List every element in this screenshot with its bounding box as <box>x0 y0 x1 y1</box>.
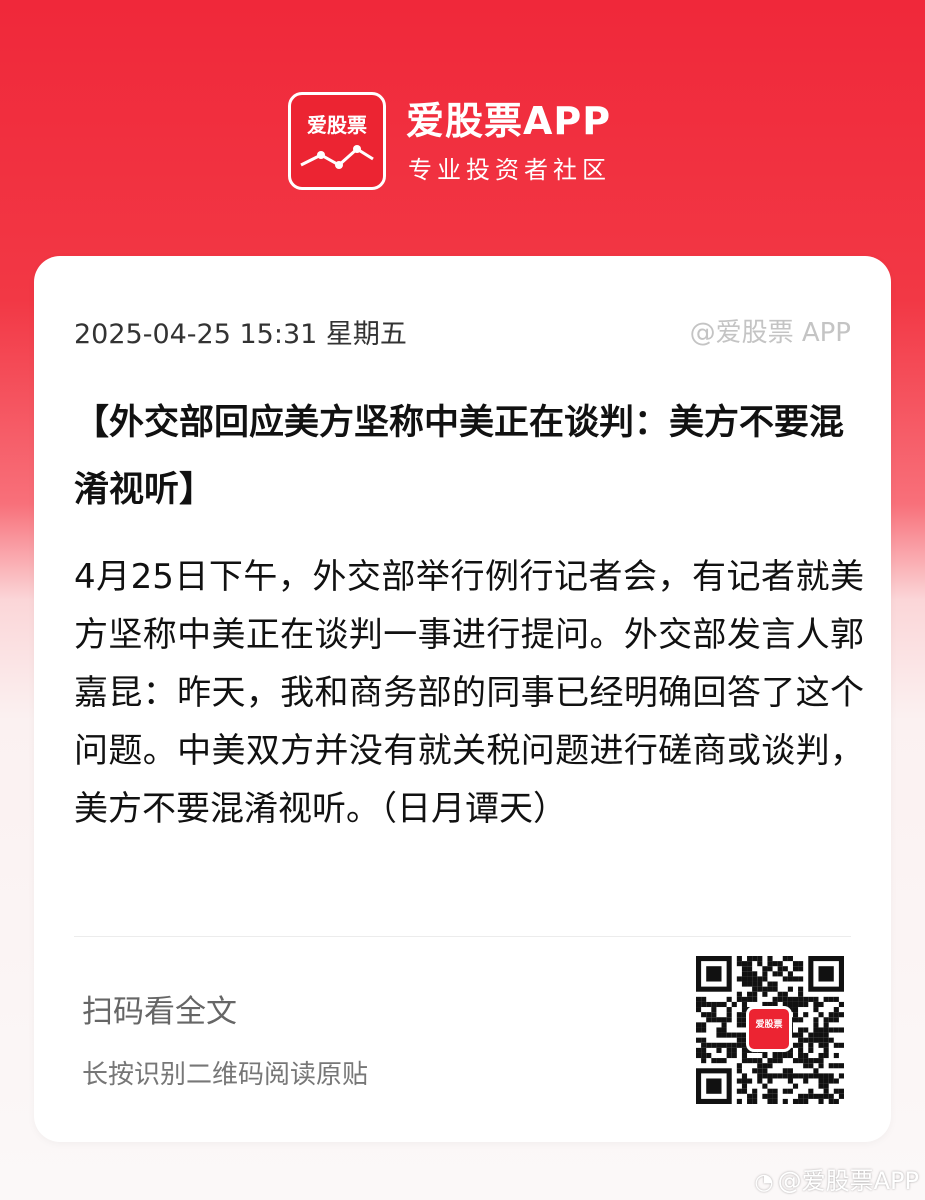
logo-text: 爱股票 <box>307 113 367 137</box>
brand-name: 爱股票APP <box>406 99 612 143</box>
post-datetime: 2025-04-25 15:31 星期五 <box>74 319 407 350</box>
news-card: 2025-04-25 15:31 星期五 @爱股票 APP 【外交部回应美方坚称… <box>34 256 891 1142</box>
chart-line-icon <box>300 145 374 169</box>
watermark: ◔ @爱股票APP <box>754 1161 919 1196</box>
qr-logo-text: 爱股票 <box>755 1020 783 1030</box>
watermark-text: @爱股票APP <box>777 1167 919 1195</box>
scan-hint: 长按识别二维码阅读原贴 <box>82 1060 369 1090</box>
news-title: 【外交部回应美方坚称中美正在谈判：美方不要混淆视听】 <box>74 403 845 510</box>
app-logo: 爱股票 <box>288 92 386 190</box>
brand-tagline: 专业投资者社区 <box>408 156 611 184</box>
qr-logo: 爱股票 <box>746 1006 792 1052</box>
news-body: 4月25日下午，外交部举行例行记者会，有记者就美方坚称中美正在谈判一事进行提问。… <box>74 557 864 829</box>
post-source: @爱股票 APP <box>689 318 851 348</box>
divider <box>74 936 851 937</box>
scan-title: 扫码看全文 <box>82 994 237 1030</box>
weibo-icon: ◔ <box>754 1170 774 1195</box>
